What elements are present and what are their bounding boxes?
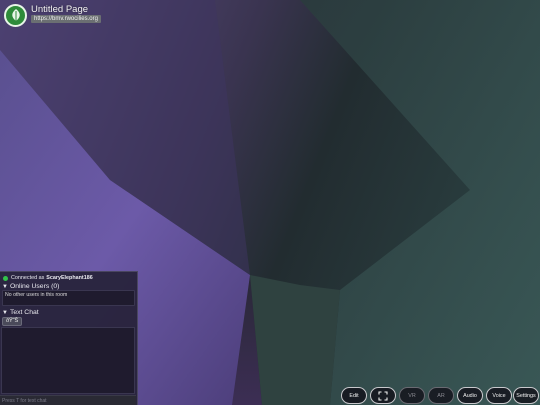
text-chat-header[interactable]: ▼ Text Chat: [2, 309, 39, 316]
edit-button[interactable]: Edit: [341, 387, 367, 404]
text-chat-label: Text Chat: [9, 309, 39, 316]
page-url[interactable]: https://bmv.rwocilies.org: [31, 15, 101, 23]
status-dot-icon: [3, 275, 8, 281]
online-users-header[interactable]: ▼ Online Users (0): [2, 283, 59, 290]
online-users-label: Online Users (0): [9, 283, 60, 290]
chat-input[interactable]: Press T for text chat: [0, 395, 136, 405]
connection-status: Connected as ScaryElephant186: [3, 275, 93, 281]
fullscreen-button[interactable]: [370, 387, 396, 404]
online-users-list: No other users in this room: [2, 290, 135, 306]
site-logo[interactable]: [4, 4, 27, 27]
triangle-down-icon: ▼: [2, 309, 8, 316]
triangle-down-icon: ▼: [2, 283, 8, 290]
connected-label: Connected as: [11, 275, 45, 281]
voice-button[interactable]: Voice: [486, 387, 512, 404]
chat-messages[interactable]: [1, 327, 135, 394]
fullscreen-icon: [378, 390, 388, 401]
emoji-button[interactable]: ðŸ˜Š: [2, 317, 23, 326]
no-users-text: No other users in this room: [5, 292, 68, 298]
page-title: Untitled Page: [31, 4, 89, 15]
vr-button[interactable]: VR: [399, 387, 425, 404]
leaf-icon: [11, 9, 20, 21]
settings-button[interactable]: Settings: [513, 387, 539, 404]
username: ScaryElephant186: [46, 275, 93, 281]
ar-button[interactable]: AR: [428, 387, 454, 404]
audio-button[interactable]: Audio: [457, 387, 483, 404]
